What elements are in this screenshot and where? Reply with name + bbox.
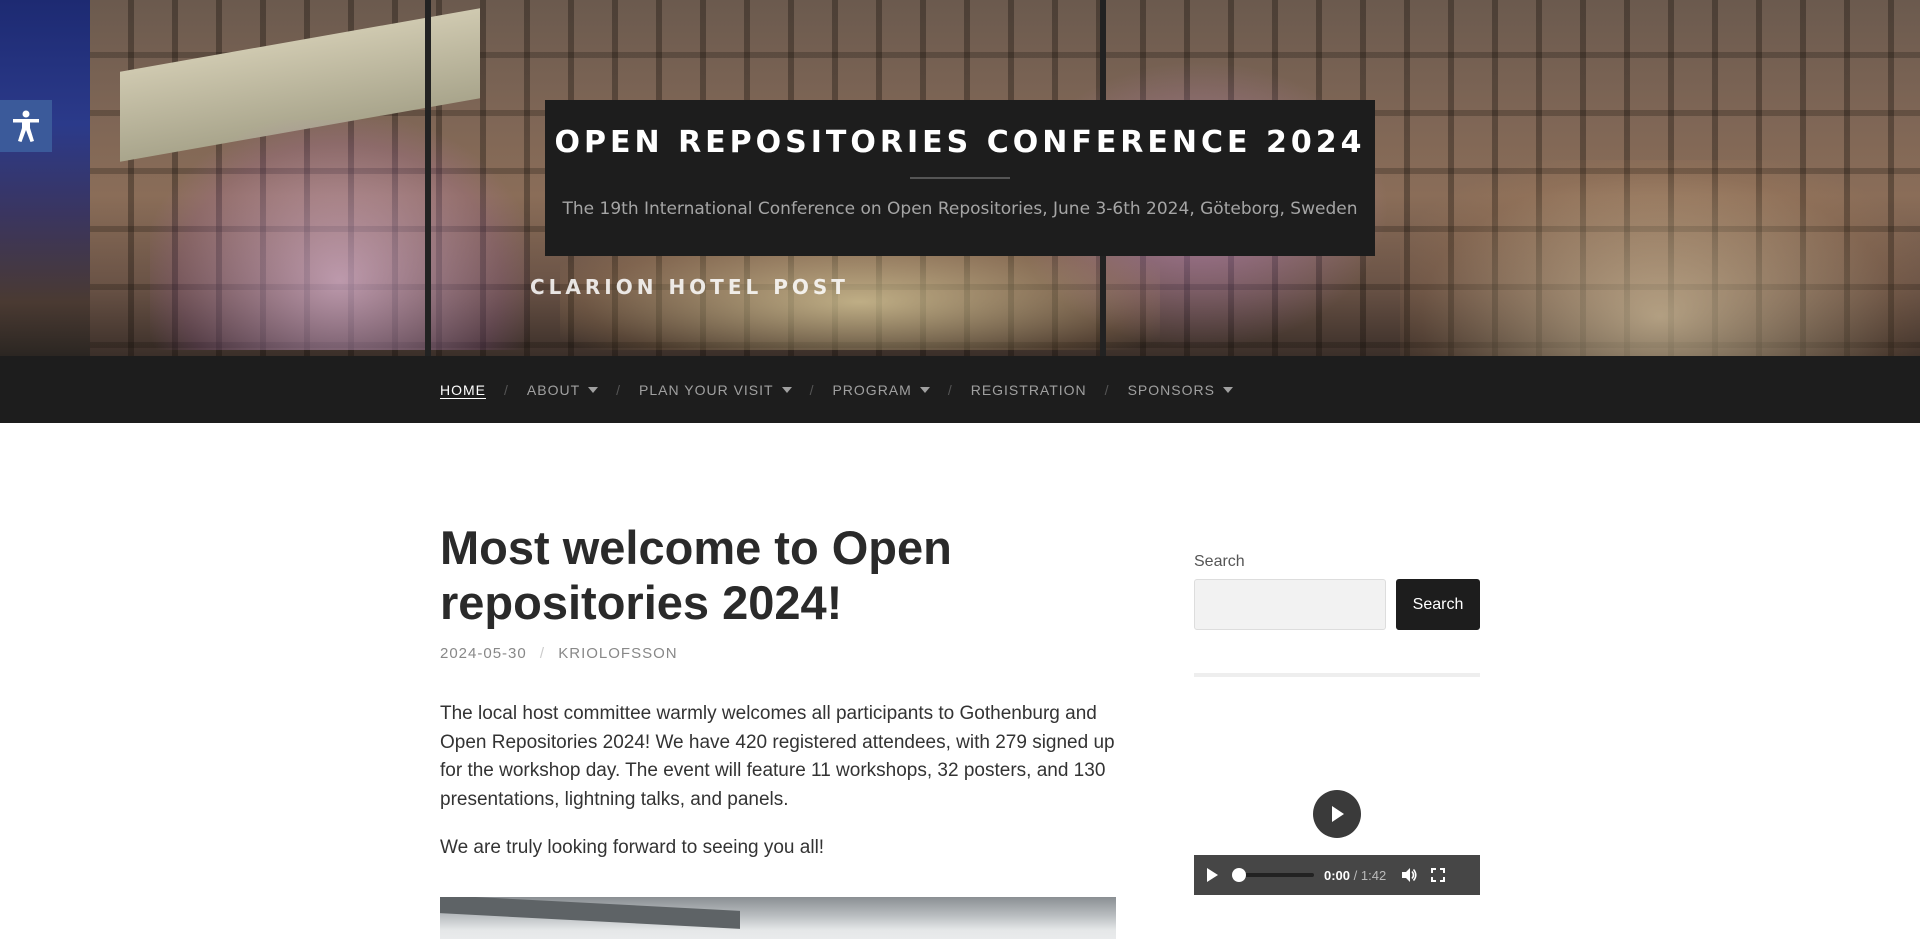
play-icon bbox=[1207, 868, 1218, 882]
nav-item-registration: REGISTRATION bbox=[971, 382, 1087, 398]
site-title[interactable]: OPEN REPOSITORIES CONFERENCE 2024 bbox=[545, 125, 1375, 160]
nav-separator: / bbox=[809, 381, 815, 398]
widget-divider bbox=[1194, 673, 1480, 677]
nav-link-program[interactable]: PROGRAM bbox=[832, 382, 911, 398]
nav-menu: HOME / ABOUT / PLAN YOUR VISIT / PROGRAM / REGIS… bbox=[440, 356, 1233, 423]
nav-item-about: ABOUT bbox=[527, 382, 599, 398]
main-navigation: HOME / ABOUT / PLAN YOUR VISIT / PROGRAM / REGIS… bbox=[0, 356, 1920, 423]
post-content: The local host committee warmly welcomes… bbox=[440, 700, 1116, 939]
video-big-play-button[interactable] bbox=[1313, 790, 1361, 838]
chevron-down-icon[interactable] bbox=[781, 386, 792, 393]
nav-item-sponsors: SPONSORS bbox=[1128, 382, 1233, 398]
nav-separator: / bbox=[1104, 381, 1110, 398]
chevron-down-icon[interactable] bbox=[588, 386, 599, 393]
search-label: Search bbox=[1194, 553, 1245, 570]
video-progress-handle[interactable] bbox=[1232, 868, 1246, 882]
play-icon bbox=[1332, 806, 1344, 822]
nav-separator: / bbox=[947, 381, 953, 398]
video-progress-slider[interactable] bbox=[1232, 868, 1314, 882]
title-divider bbox=[910, 177, 1010, 179]
nav-link-home[interactable]: HOME bbox=[440, 382, 486, 398]
nav-link-about[interactable]: ABOUT bbox=[527, 382, 580, 398]
video-time: 0:00 / 1:42 bbox=[1324, 868, 1386, 883]
site-branding: OPEN REPOSITORIES CONFERENCE 2024 The 19… bbox=[545, 100, 1375, 256]
hero-hotel-sign: CLARION HOTEL POST bbox=[530, 275, 849, 299]
hero-header: CLARION HOTEL POST OPEN REPOSITORIES CON… bbox=[0, 0, 1920, 356]
post-meta: 2024-05-30 / KRIOLOFSSON bbox=[440, 645, 1116, 662]
video-volume-button[interactable] bbox=[1400, 866, 1418, 884]
post-author-link[interactable]: KRIOLOFSSON bbox=[558, 645, 677, 662]
chevron-down-icon[interactable] bbox=[919, 386, 930, 393]
video-time-separator: / bbox=[1353, 867, 1358, 883]
nav-separator: / bbox=[616, 381, 622, 398]
nav-separator: / bbox=[504, 381, 509, 398]
search-form: Search bbox=[1194, 579, 1480, 630]
site-description: The 19th International Conference on Ope… bbox=[562, 199, 1358, 219]
video-player: 0:00 / 1:42 bbox=[1194, 717, 1480, 895]
video-duration: 1:42 bbox=[1360, 867, 1387, 883]
chevron-down-icon[interactable] bbox=[1222, 386, 1233, 393]
sidebar: Search Search 0:00 / 1:42 bbox=[1194, 553, 1480, 939]
post-title[interactable]: Most welcome to Open repositories 2024! bbox=[440, 520, 1116, 630]
accessibility-icon bbox=[13, 110, 39, 142]
video-fullscreen-button[interactable] bbox=[1430, 867, 1446, 883]
video-play-button[interactable] bbox=[1204, 867, 1220, 883]
post-paragraph: The local host committee warmly welcomes… bbox=[440, 703, 1115, 810]
post-date-link[interactable]: 2024-05-30 bbox=[440, 645, 527, 662]
post: Most welcome to Open repositories 2024! … bbox=[440, 520, 1116, 939]
accessibility-toolbar-button[interactable] bbox=[0, 100, 52, 152]
post-featured-image bbox=[440, 896, 1116, 939]
search-button[interactable]: Search bbox=[1396, 579, 1480, 630]
nav-item-home: HOME bbox=[440, 382, 486, 398]
nav-item-plan-your-visit: PLAN YOUR VISIT bbox=[639, 382, 792, 398]
nav-link-registration[interactable]: REGISTRATION bbox=[971, 382, 1087, 398]
volume-icon bbox=[1402, 868, 1417, 882]
nav-item-program: PROGRAM bbox=[832, 382, 930, 398]
nav-link-plan-your-visit[interactable]: PLAN YOUR VISIT bbox=[639, 382, 774, 398]
nav-link-sponsors[interactable]: SPONSORS bbox=[1128, 382, 1215, 398]
video-controls: 0:00 / 1:42 bbox=[1194, 855, 1480, 895]
fullscreen-icon bbox=[1431, 868, 1446, 882]
video-current-time: 0:00 bbox=[1324, 867, 1351, 883]
post-paragraph: We are truly looking forward to seeing y… bbox=[440, 837, 825, 858]
search-input[interactable] bbox=[1194, 579, 1386, 630]
meta-separator: / bbox=[539, 645, 546, 662]
